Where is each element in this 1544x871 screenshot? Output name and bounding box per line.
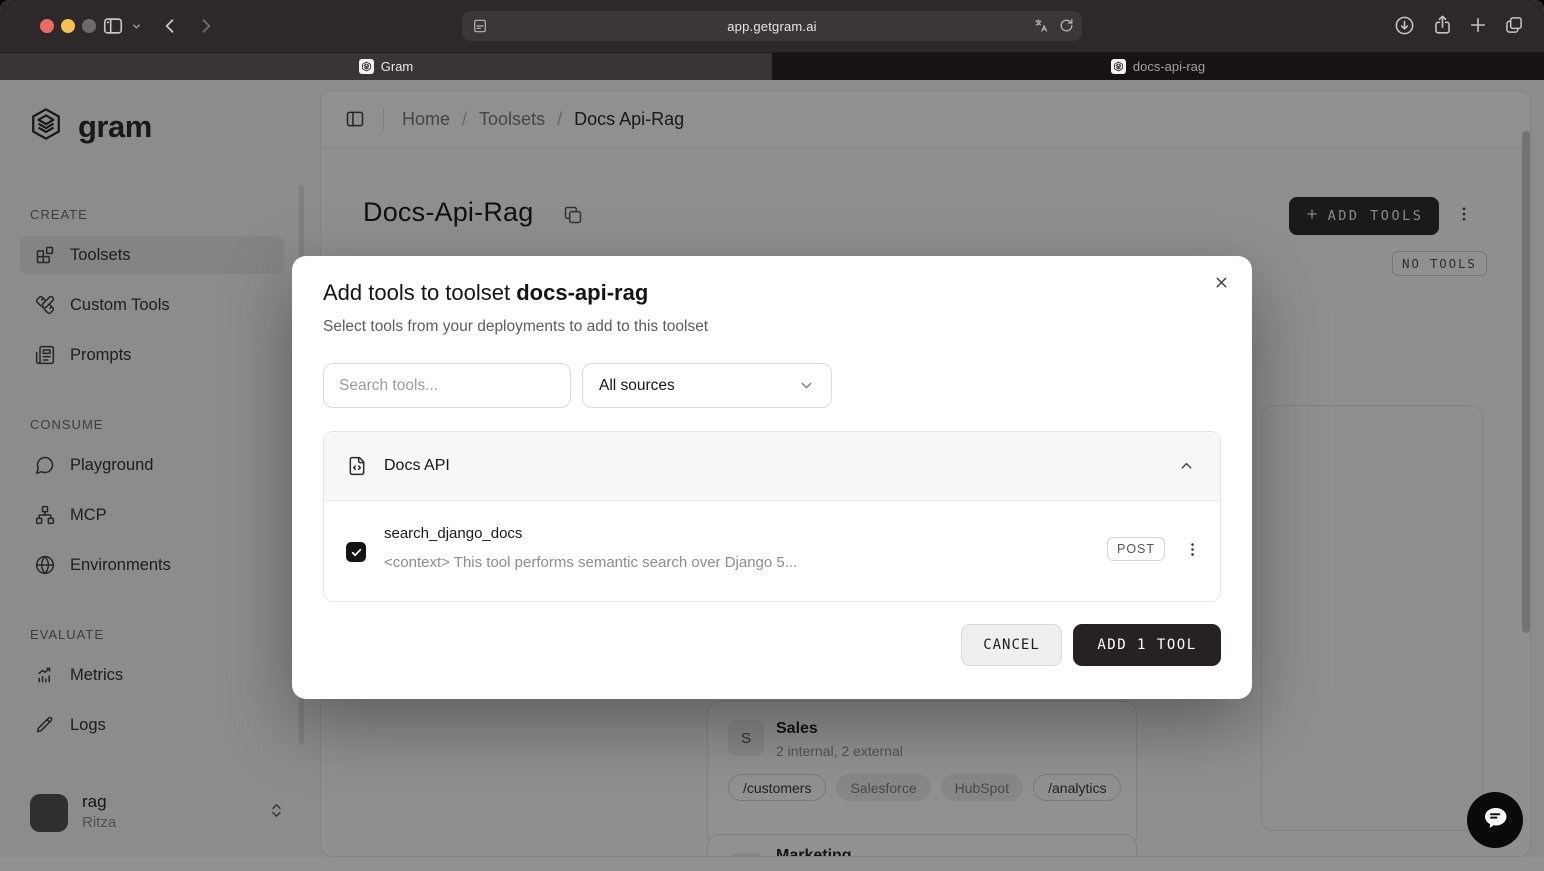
add-tools-modal: Add tools to toolset docs-api-rag Select… bbox=[292, 256, 1252, 699]
modal-title: Add tools to toolset docs-api-rag bbox=[323, 280, 648, 306]
new-tab-icon[interactable] bbox=[1468, 15, 1488, 35]
chevron-up-icon[interactable] bbox=[1178, 458, 1195, 475]
tool-checkbox[interactable] bbox=[346, 542, 366, 562]
gram-favicon-icon bbox=[359, 59, 374, 74]
translate-icon[interactable] bbox=[1034, 18, 1049, 38]
tool-group-name: Docs API bbox=[384, 457, 450, 475]
gram-favicon-icon bbox=[1111, 59, 1126, 74]
kebab-menu-icon[interactable] bbox=[1184, 541, 1201, 563]
downloads-icon[interactable] bbox=[1394, 15, 1415, 36]
url-text[interactable]: app.getgram.ai bbox=[462, 19, 1082, 34]
browser-chrome: app.getgram.ai bbox=[0, 0, 1544, 80]
file-code-icon bbox=[347, 456, 367, 476]
cancel-button[interactable]: CANCEL bbox=[961, 624, 1062, 666]
browser-toolbar: app.getgram.ai bbox=[0, 0, 1544, 52]
tool-group-docs-api: Docs API search_django_docs <context> Th… bbox=[323, 431, 1221, 602]
source-filter-value: All sources bbox=[599, 377, 798, 395]
tool-row-search-django-docs[interactable]: search_django_docs <context> This tool p… bbox=[324, 501, 1220, 602]
page-settings-icon[interactable] bbox=[472, 18, 488, 39]
tab-docs-api-rag[interactable]: docs-api-rag bbox=[772, 53, 1544, 80]
modal-title-prefix: Add tools to toolset bbox=[323, 280, 516, 305]
chat-bubble-icon bbox=[1480, 803, 1510, 838]
close-icon[interactable] bbox=[1213, 274, 1230, 296]
modal-title-toolset-name: docs-api-rag bbox=[516, 280, 648, 305]
page-viewport: gram CREATE Toolsets Custom Tools Prompt… bbox=[0, 80, 1544, 871]
traffic-zoom-button[interactable] bbox=[82, 19, 96, 33]
browser-window: app.getgram.ai bbox=[0, 0, 1544, 871]
tab-label: Gram bbox=[381, 59, 414, 74]
tool-group-header[interactable]: Docs API bbox=[324, 432, 1220, 501]
tab-gram[interactable]: Gram bbox=[0, 53, 772, 80]
modal-subtitle: Select tools from your deployments to ad… bbox=[323, 318, 708, 336]
tool-name: search_django_docs bbox=[384, 525, 522, 542]
chat-widget-button[interactable] bbox=[1467, 792, 1523, 848]
chevron-down-icon bbox=[798, 377, 815, 394]
traffic-minimize-button[interactable] bbox=[61, 19, 75, 33]
tab-label: docs-api-rag bbox=[1133, 59, 1205, 74]
share-icon[interactable] bbox=[1432, 14, 1453, 35]
tool-description: <context> This tool performs semantic se… bbox=[384, 554, 797, 571]
sidebar-toggle-icon[interactable] bbox=[102, 15, 124, 37]
sidebar-chevron-icon[interactable] bbox=[131, 21, 142, 32]
http-method-badge: POST bbox=[1107, 537, 1165, 561]
forward-icon[interactable] bbox=[196, 16, 216, 36]
search-input[interactable] bbox=[323, 363, 571, 408]
tab-overview-icon[interactable] bbox=[1504, 15, 1524, 35]
tab-bar: Gram docs-api-rag bbox=[0, 52, 1544, 80]
add-tool-confirm-button[interactable]: ADD 1 TOOL bbox=[1073, 624, 1221, 666]
address-bar[interactable]: app.getgram.ai bbox=[462, 11, 1082, 41]
reload-icon[interactable] bbox=[1059, 18, 1074, 38]
back-icon[interactable] bbox=[160, 16, 180, 36]
traffic-close-button[interactable] bbox=[40, 19, 54, 33]
source-filter-select[interactable]: All sources bbox=[582, 363, 832, 408]
